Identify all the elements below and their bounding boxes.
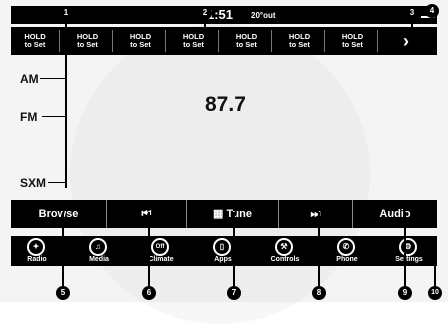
nav-media[interactable]: ♫ Media bbox=[73, 236, 125, 266]
nav-radio-label: Radio bbox=[27, 256, 47, 263]
status-bar: 1:51 20°out bbox=[11, 6, 437, 24]
band-fm[interactable]: FM bbox=[20, 110, 37, 124]
callout-line-8 bbox=[318, 212, 320, 288]
nav-apps-label: Apps bbox=[214, 256, 232, 263]
callout-marker-2: 2 bbox=[198, 6, 212, 20]
callout-line-1 bbox=[65, 18, 67, 188]
preset-button-6[interactable]: HOLD to Set bbox=[275, 30, 325, 52]
callout-marker-9: 9 bbox=[398, 286, 412, 300]
preset-button-5[interactable]: HOLD to Set bbox=[222, 30, 272, 52]
preset-sublabel: to Set bbox=[289, 40, 310, 49]
callout-line-3 bbox=[411, 18, 413, 32]
nav-phone-label: Phone bbox=[336, 256, 358, 263]
preset-sublabel: to Set bbox=[24, 40, 46, 49]
music-glyph: ♫ bbox=[95, 242, 101, 251]
band-connector bbox=[48, 182, 65, 183]
nav-settings-label: Settings bbox=[395, 256, 423, 263]
wrench-glyph: ⚒ bbox=[280, 242, 288, 251]
callout-marker-1: 1 bbox=[59, 6, 73, 20]
nav-phone[interactable]: ✆ Phone bbox=[321, 236, 373, 266]
band-connector bbox=[42, 116, 65, 117]
nav-settings[interactable]: ⚙ Settings bbox=[383, 236, 435, 266]
callout-line-9 bbox=[404, 212, 406, 288]
presets-next-button[interactable]: › bbox=[381, 30, 431, 52]
seek-forward-button[interactable]: ⏭ bbox=[279, 200, 353, 228]
callout-line-4 bbox=[431, 18, 433, 22]
callout-line-5 bbox=[62, 212, 64, 288]
preset-bar: HOLD to Set HOLD to Set HOLD to Set HOLD to … bbox=[11, 27, 437, 55]
callout-marker-10: 10 bbox=[428, 286, 442, 300]
climate-off-glyph: Off bbox=[155, 244, 165, 250]
preset-sublabel: to Set bbox=[342, 40, 363, 49]
callout-marker-8: 8 bbox=[312, 286, 326, 300]
browse-button[interactable]: Browse bbox=[11, 200, 107, 228]
preset-button-1[interactable]: HOLD to Set bbox=[11, 30, 60, 52]
gear-glyph: ⚙ bbox=[404, 242, 412, 251]
callout-line-10 bbox=[434, 252, 436, 288]
callout-marker-4: 4 bbox=[425, 4, 439, 18]
audio-button[interactable]: Audio bbox=[353, 200, 437, 228]
preset-sublabel: to Set bbox=[236, 40, 257, 49]
band-connector bbox=[40, 78, 65, 79]
grid-icon: ▦ bbox=[213, 208, 227, 220]
preset-button-2[interactable]: HOLD to Set bbox=[63, 30, 113, 52]
callout-marker-3: 3 bbox=[405, 6, 419, 20]
frequency-display: 87.7 bbox=[205, 93, 246, 116]
preset-sublabel: to Set bbox=[183, 40, 204, 49]
preset-button-7[interactable]: HOLD to Set bbox=[328, 30, 378, 52]
radio-screen: 1:51 20°out HOLD to Set HOLD to Set HOLD to… bbox=[0, 0, 448, 324]
preset-sublabel: to Set bbox=[130, 40, 151, 49]
preset-sublabel: to Set bbox=[77, 40, 98, 49]
callout-marker-7: 7 bbox=[227, 286, 241, 300]
nav-radio[interactable]: ✦ Radio bbox=[11, 236, 63, 266]
outside-temperature: 20°out bbox=[251, 11, 276, 20]
background-watermark bbox=[70, 24, 370, 324]
callout-marker-5: 5 bbox=[56, 286, 70, 300]
band-sxm[interactable]: SXM bbox=[20, 176, 46, 190]
nav-controls[interactable]: ⚒ Controls bbox=[259, 236, 311, 266]
bottom-nav: ✦ Radio ♫ Media Off Climate ▯ Apps ⚒ Con… bbox=[11, 236, 437, 266]
nav-climate[interactable]: Off Climate bbox=[135, 236, 187, 266]
nav-climate-label: Climate bbox=[148, 256, 174, 263]
callout-line-6 bbox=[148, 212, 150, 288]
nav-apps[interactable]: ▯ Apps bbox=[197, 236, 249, 266]
preset-button-3[interactable]: HOLD to Set bbox=[116, 30, 166, 52]
seek-back-button[interactable]: ⏮ bbox=[107, 200, 187, 228]
apps-glyph: ▯ bbox=[219, 242, 225, 251]
radio-glyph: ✦ bbox=[32, 242, 40, 251]
phone-glyph: ✆ bbox=[342, 242, 350, 251]
control-bar: Browse ⏮ ▦ Tune ⏭ Audio bbox=[11, 200, 437, 228]
band-am[interactable]: AM bbox=[20, 72, 39, 86]
nav-controls-label: Controls bbox=[270, 256, 300, 263]
callout-marker-6: 6 bbox=[142, 286, 156, 300]
preset-button-4[interactable]: HOLD to Set bbox=[169, 30, 219, 52]
tune-label: Tune bbox=[226, 208, 252, 220]
callout-line-7 bbox=[233, 212, 235, 288]
nav-media-label: Media bbox=[89, 256, 109, 263]
